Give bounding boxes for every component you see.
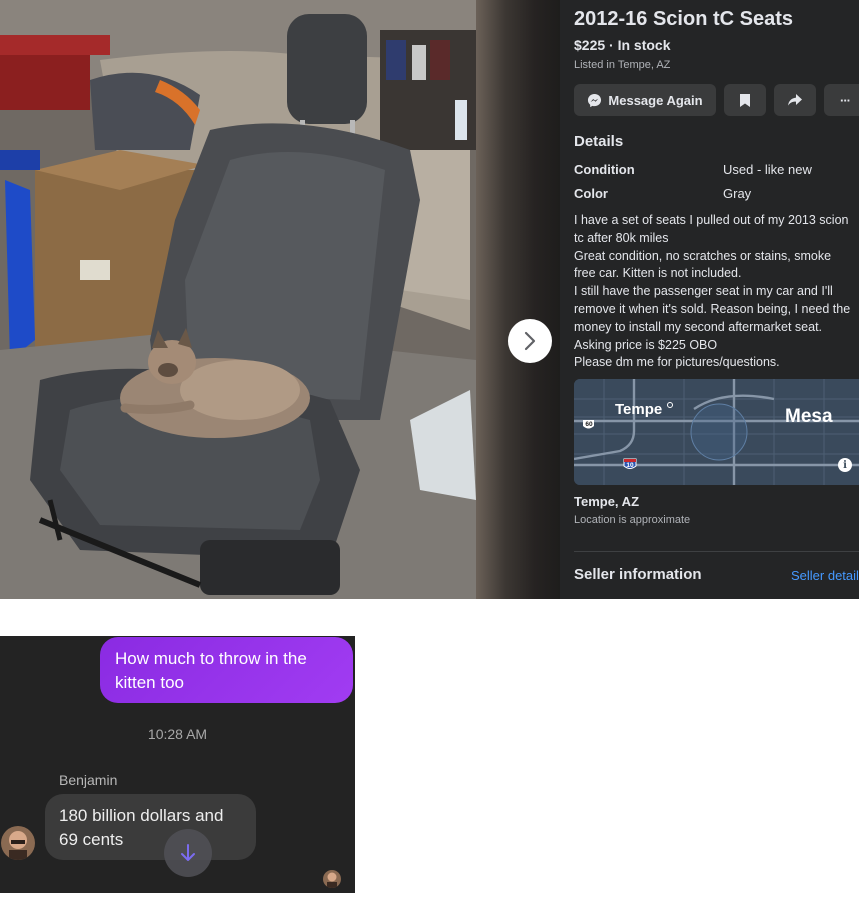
marketplace-listing: 2012-16 Scion tC Seats $225 · In stock L… bbox=[0, 0, 859, 599]
map-city-mesa: Mesa bbox=[785, 406, 833, 427]
description-line: Great condition, no scratches or stains,… bbox=[574, 248, 832, 263]
chevron-right-icon bbox=[524, 331, 536, 351]
message-timestamp: 10:28 AM bbox=[147, 726, 208, 742]
listing-description: I have a set of seats I pulled out of my… bbox=[574, 212, 859, 372]
bookmark-icon bbox=[740, 93, 750, 107]
sender-name: Benjamin bbox=[59, 772, 118, 788]
next-photo-button[interactable] bbox=[508, 319, 552, 363]
section-divider bbox=[574, 551, 859, 552]
arrow-down-icon bbox=[181, 844, 195, 861]
message-again-button[interactable]: Message Again bbox=[574, 84, 716, 116]
description-line: money to install my second aftermarket s… bbox=[574, 319, 823, 334]
screenshot-collage: 2012-16 Scion tC Seats $225 · In stock L… bbox=[0, 0, 859, 915]
chat-conversation: How much to throw in the kitten too 10:2… bbox=[0, 636, 355, 893]
listing-location-line: Listed in Tempe, AZ bbox=[574, 59, 671, 71]
message-line: 180 billion dollars and bbox=[59, 806, 224, 825]
map-roads bbox=[574, 379, 859, 485]
message-line: How much to throw in the bbox=[115, 649, 307, 668]
message-again-label: Message Again bbox=[608, 92, 703, 108]
color-label: Color bbox=[574, 186, 608, 201]
listing-title: 2012-16 Scion tC Seats bbox=[574, 8, 793, 30]
listing-photo-area bbox=[0, 0, 560, 599]
color-value: Gray bbox=[723, 186, 752, 201]
map-city-tempe: Tempe bbox=[615, 401, 663, 418]
listing-details-panel: 2012-16 Scion tC Seats $225 · In stock L… bbox=[560, 0, 859, 599]
location-map[interactable]: 60 10 Tempe Mesa i bbox=[574, 379, 859, 485]
listing-photo bbox=[0, 0, 476, 599]
more-options-button[interactable]: ··· bbox=[824, 84, 859, 116]
description-line: free car. Kitten is not included. bbox=[574, 266, 742, 281]
condition-value: Used - like new bbox=[723, 162, 812, 177]
location-note: Location is approximate bbox=[574, 514, 691, 526]
save-button[interactable] bbox=[724, 84, 766, 116]
listing-price-status: $225 · In stock bbox=[574, 37, 671, 53]
share-button[interactable] bbox=[774, 84, 816, 116]
description-line: Asking price is $225 OBO bbox=[574, 337, 718, 352]
next-photo-preview bbox=[476, 0, 560, 599]
outgoing-message: How much to throw in the kitten too bbox=[100, 637, 353, 703]
seller-details-link[interactable]: Seller details bbox=[791, 568, 859, 583]
share-icon bbox=[788, 94, 802, 106]
incoming-message: 180 billion dollars and 69 cents bbox=[45, 794, 256, 860]
route-60-label: 60 bbox=[585, 421, 593, 428]
route-10-label: 10 bbox=[626, 462, 634, 469]
sender-avatar[interactable] bbox=[1, 826, 35, 860]
messenger-icon bbox=[588, 93, 602, 107]
read-receipt-avatar bbox=[323, 870, 341, 888]
description-line: Please dm me for pictures/questions. bbox=[574, 355, 780, 370]
scroll-to-bottom-button[interactable] bbox=[164, 829, 212, 877]
more-dots-icon: ··· bbox=[840, 92, 851, 108]
details-heading: Details bbox=[574, 133, 624, 150]
description-line: tc after 80k miles bbox=[574, 230, 669, 245]
map-info-icon[interactable]: i bbox=[838, 458, 852, 472]
avatar-photo-small bbox=[323, 870, 341, 888]
avatar-photo bbox=[1, 826, 35, 860]
description-line: remove it when it's sold. Reason being, … bbox=[574, 301, 851, 316]
condition-label: Condition bbox=[574, 162, 635, 177]
description-line: I still have the passenger seat in my ca… bbox=[574, 284, 833, 299]
location-name: Tempe, AZ bbox=[574, 494, 640, 509]
description-line: I have a set of seats I pulled out of my… bbox=[574, 213, 849, 227]
message-line: kitten too bbox=[115, 673, 184, 692]
seller-info-heading: Seller information bbox=[574, 566, 702, 583]
message-line: 69 cents bbox=[59, 830, 124, 849]
